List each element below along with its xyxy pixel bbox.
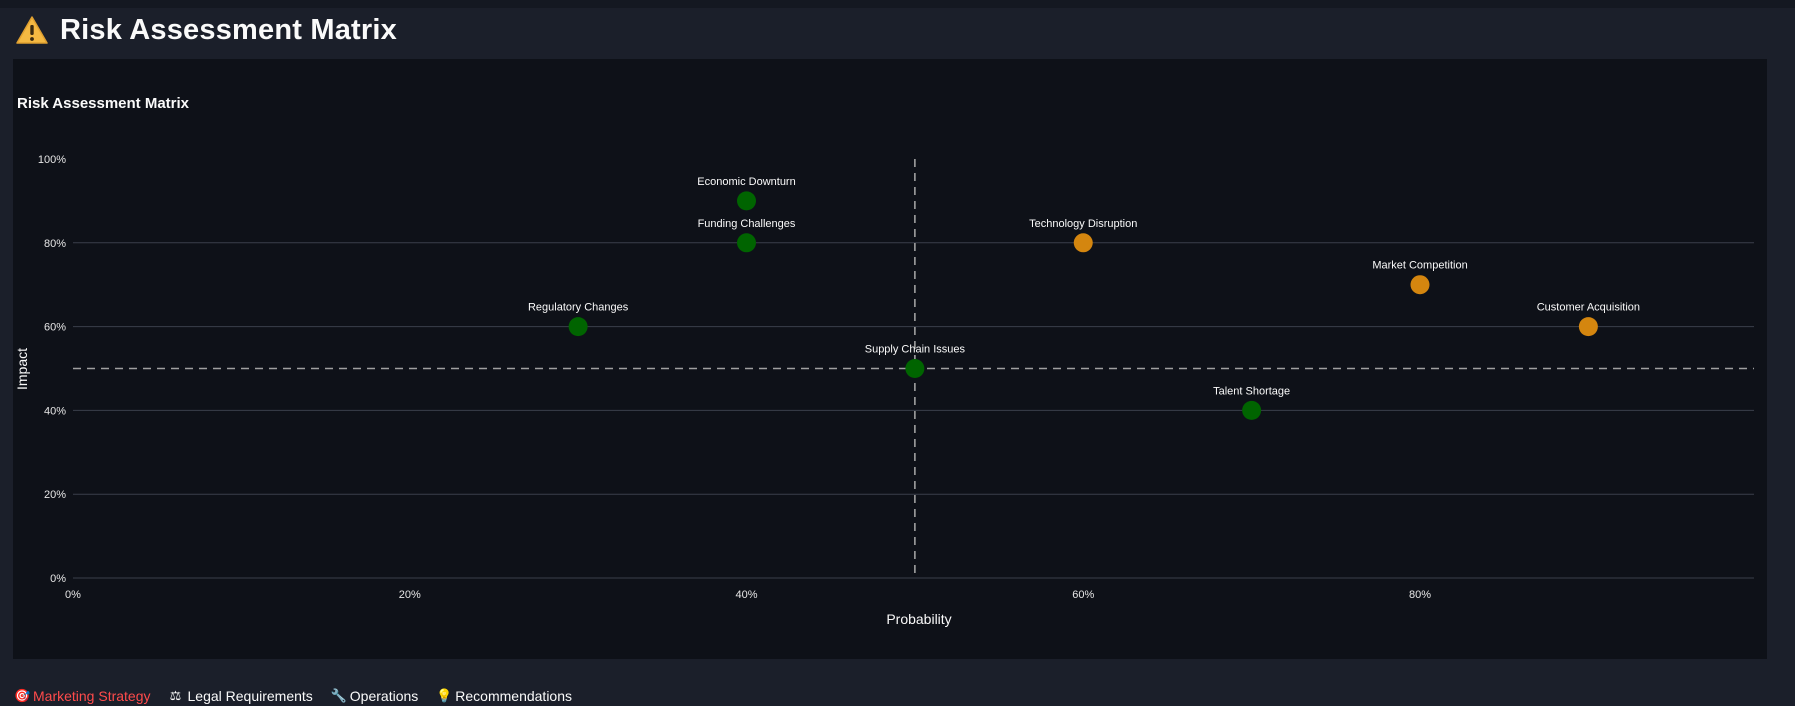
x-tick-label: 40% — [735, 589, 757, 601]
grid-lines — [73, 242, 1754, 579]
tab-label: Recommendations — [455, 688, 573, 704]
tab-bar: 🎯 Marketing Strategy ⚖ Legal Requirements 🔧 O… — [14, 686, 572, 706]
y-tick-label: 80% — [44, 238, 66, 250]
tab-recommendations[interactable]: 💡 Recommendations — [436, 688, 572, 704]
risk-point-label: Technology Disruption — [1029, 218, 1137, 230]
risk-point[interactable] — [905, 359, 925, 378]
risk-point[interactable] — [1410, 275, 1430, 295]
risk-point-label: Supply Chain Issues — [865, 344, 966, 356]
data-points: Economic Downturn Funding Challenges Techn… — [528, 176, 1640, 420]
y-axis-ticks: 0% 20% 40% 60% 80% 100% — [38, 154, 66, 585]
y-axis-label: Impact — [14, 348, 30, 390]
y-tick-label: 60% — [44, 322, 66, 334]
page-header: Risk Assessment Matrix — [16, 8, 397, 52]
risk-point-label: Regulatory Changes — [528, 302, 629, 314]
risk-point[interactable] — [1578, 317, 1598, 337]
tab-legal-requirements[interactable]: ⚖ Legal Requirements — [169, 688, 313, 704]
lightbulb-icon: 💡 — [436, 688, 453, 703]
y-tick-label: 0% — [50, 573, 66, 585]
x-tick-label: 60% — [1072, 589, 1094, 601]
risk-matrix-chart: Risk Assessment Matrix 0% 20% 40% 60% 80% 100… — [14, 95, 1754, 627]
wrench-icon: 🔧 — [330, 688, 347, 703]
risk-point-label: Talent Shortage — [1213, 385, 1290, 397]
tab-label: Operations — [349, 688, 419, 704]
risk-point[interactable] — [1073, 233, 1093, 253]
risk-point[interactable] — [568, 317, 588, 337]
top-bar — [0, 0, 1795, 8]
risk-point-label: Economic Downturn — [697, 176, 795, 188]
tab-label: Marketing Strategy — [33, 688, 151, 704]
scales-icon: ⚖ — [169, 688, 182, 703]
chart-card: Risk Assessment Matrix 0% 20% 40% 60% 80% 100… — [13, 59, 1767, 659]
tab-marketing-strategy[interactable]: 🎯 Marketing Strategy — [14, 688, 151, 704]
y-tick-label: 20% — [44, 489, 66, 501]
y-tick-label: 100% — [38, 154, 66, 166]
page-title: Risk Assessment Matrix — [60, 13, 397, 46]
x-axis-label: Probability — [886, 611, 951, 627]
chart-title: Risk Assessment Matrix — [17, 95, 190, 112]
x-tick-label: 80% — [1409, 589, 1431, 601]
risk-point[interactable] — [1242, 400, 1262, 420]
risk-point[interactable] — [737, 191, 756, 211]
x-axis-ticks: 0% 20% 40% 60% 80% — [65, 589, 1431, 601]
risk-point-label: Market Competition — [1372, 260, 1467, 272]
target-icon: 🎯 — [14, 688, 31, 703]
risk-point-label: Funding Challenges — [698, 218, 796, 230]
x-tick-label: 0% — [65, 589, 81, 601]
x-tick-label: 20% — [399, 589, 421, 601]
risk-point-label: Customer Acquisition — [1537, 302, 1640, 314]
tab-label: Legal Requirements — [187, 688, 313, 704]
y-tick-label: 40% — [44, 405, 66, 417]
warning-icon — [16, 16, 48, 44]
tab-operations[interactable]: 🔧 Operations — [331, 688, 418, 704]
risk-point[interactable] — [737, 233, 756, 253]
